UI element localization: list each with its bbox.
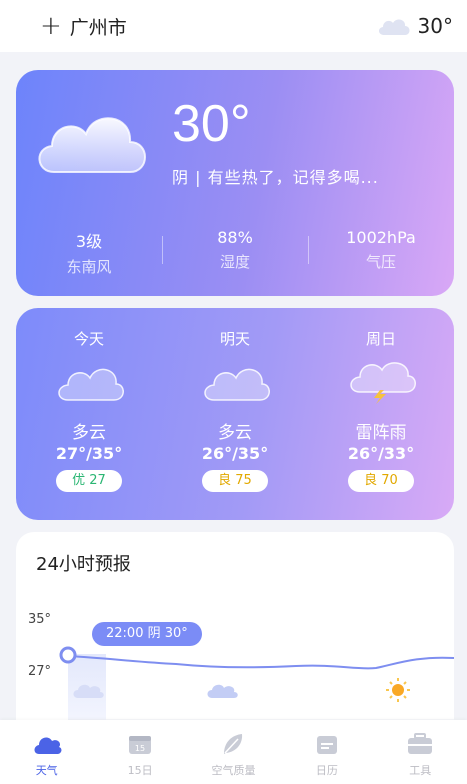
forecast-condition: 雷阵雨 — [355, 423, 407, 443]
stat-pressure: 1002hPa 气压 — [308, 228, 454, 277]
hourly-forecast-card[interactable]: 24小时预报 35° 27° 22:00 阴 30° — [16, 532, 454, 732]
nav-label: 工具 — [409, 764, 432, 777]
svg-text:15: 15 — [135, 744, 145, 753]
weather-icon — [34, 737, 62, 754]
nav-item-air-quality[interactable]: 空气质量 — [193, 732, 273, 778]
cloud-icon — [38, 117, 146, 173]
nav-label: 日历 — [315, 764, 338, 777]
plus-icon[interactable]: + — [40, 13, 62, 39]
aqi-badge: 优 27 — [56, 470, 122, 492]
header-weather: 30° — [376, 14, 453, 38]
forecast-condition: 多云 — [72, 423, 106, 443]
stat-wind: 3级 东南风 — [16, 228, 162, 277]
aqi-badge: 良 70 — [348, 470, 414, 492]
cloud-icon — [378, 19, 410, 35]
humidity-label: 湿度 — [219, 253, 250, 271]
calendar-icon — [316, 736, 337, 754]
hourly-tooltip: 22:00 阴 30° — [92, 622, 202, 646]
forecast-day[interactable]: 周日 雷阵雨 26°/33° 良 70 — [308, 308, 454, 520]
cloud-icon — [58, 368, 124, 401]
forecast-temp-range: 26°/35° — [201, 444, 269, 463]
nav-label: 15日 — [127, 764, 153, 777]
forecast-temp-range: 27°/35° — [55, 444, 123, 463]
nav-item-15day[interactable]: 15 15日 — [100, 732, 180, 778]
wind-value: 3级 — [75, 232, 103, 251]
nav-item-tools[interactable]: 工具 — [380, 732, 460, 778]
forecast-temp-range: 26°/33° — [347, 444, 415, 463]
hourly-chart — [59, 646, 454, 726]
nav-item-weather[interactable]: 天气 — [7, 732, 87, 778]
pressure-label: 气压 — [365, 253, 396, 271]
top-bar: + 广州市 30° — [0, 0, 467, 52]
y-axis-label-min: 27° — [28, 664, 52, 679]
current-temperature: 30° — [172, 95, 251, 153]
forecast-day-label: 周日 — [365, 330, 396, 348]
current-point[interactable] — [59, 646, 77, 664]
nav-label: 空气质量 — [211, 764, 256, 777]
weather-description: 阴 | 有些热了，记得多喝... — [172, 168, 379, 187]
thunderstorm-icon — [350, 362, 416, 404]
forecast-day[interactable]: 今天 多云 27°/35° 优 27 — [16, 308, 162, 520]
temperature-curve — [67, 655, 454, 670]
wind-label: 东南风 — [66, 258, 112, 276]
stat-humidity: 88% 湿度 — [162, 228, 308, 277]
sun-icon — [386, 678, 410, 702]
forecast-condition: 多云 — [218, 423, 252, 443]
humidity-value: 88% — [217, 228, 253, 247]
bottom-navigation: 天气 15 15日 空气质量 日历 工具 — [0, 720, 467, 784]
calendar-15-icon: 15 — [129, 736, 152, 754]
toolbox-icon — [408, 733, 433, 754]
daily-forecast-card: 今天 多云 27°/35° 优 27 明天 多云 26°/35° 良 75 周日… — [16, 308, 454, 520]
cloud-icon — [204, 368, 270, 401]
nav-label: 天气 — [35, 764, 58, 777]
forecast-day[interactable]: 明天 多云 26°/35° 良 75 — [162, 308, 308, 520]
pressure-value: 1002hPa — [346, 228, 416, 247]
aqi-badge: 良 75 — [202, 470, 268, 492]
forecast-day-label: 明天 — [219, 330, 250, 348]
city-name[interactable]: 广州市 — [70, 13, 127, 40]
nav-item-calendar[interactable]: 日历 — [287, 732, 367, 778]
y-axis-label-max: 35° — [28, 612, 52, 627]
city-selector[interactable]: + 广州市 — [40, 13, 127, 40]
cloud-icon — [207, 684, 238, 698]
forecast-day-label: 今天 — [73, 330, 104, 348]
leaf-icon — [224, 734, 243, 754]
weather-stats: 3级 东南风 88% 湿度 1002hPa 气压 — [16, 228, 454, 277]
header-temperature: 30° — [417, 14, 453, 38]
